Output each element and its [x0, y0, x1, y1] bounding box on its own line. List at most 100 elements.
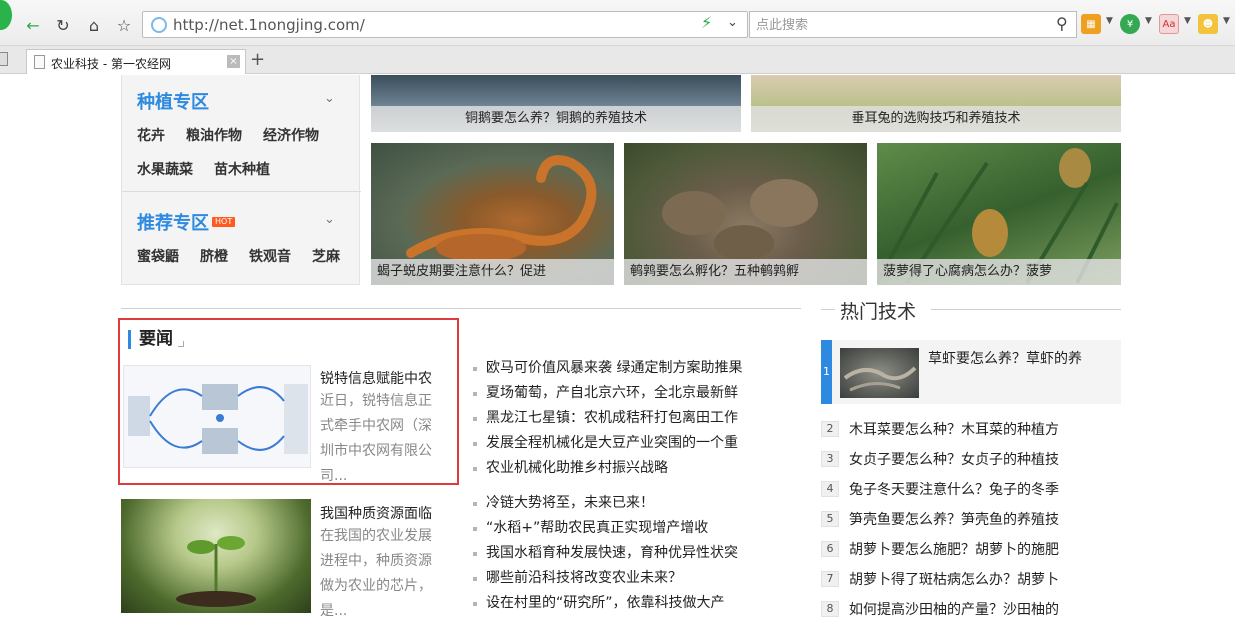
- feature-title[interactable]: 锐特信息赋能中农: [320, 368, 432, 388]
- thumb-quail[interactable]: 鹌鹑要怎么孵化？五种鹌鹑孵: [624, 143, 867, 285]
- hot-item-featured[interactable]: 1 草虾要怎么养？草虾的养: [821, 340, 1121, 404]
- hot-item[interactable]: 8 如何提高沙田柚的产量？沙田柚的: [821, 595, 1066, 625]
- supply-chain-diagram: [128, 384, 308, 454]
- sidebar-toggle-icon[interactable]: [0, 52, 8, 66]
- sidebar-link[interactable]: 水果蔬菜: [137, 159, 193, 179]
- shrimp-thumb[interactable]: [840, 348, 919, 398]
- thumb-caption[interactable]: 铜鹅要怎么养？铜鹅的养殖技术: [371, 106, 741, 132]
- news-item[interactable]: 农业机械化助推乡村振兴战略: [471, 456, 742, 481]
- yen-coin-icon[interactable]: ¥: [1120, 14, 1140, 34]
- news-item[interactable]: 发展全程机械化是大豆产业突围的一个重: [471, 431, 742, 456]
- tab-active[interactable]: 农业科技 - 第一农经网 ×: [26, 49, 246, 74]
- web-page: 种植专区 ⌄ 花卉 粮油作物 经济作物 水果蔬菜 苗木种植 推荐专区 HOT ⌄…: [0, 75, 1235, 626]
- hot-item[interactable]: 6 胡萝卜要怎么施肥？胡萝卜的施肥: [821, 535, 1066, 565]
- news-list: 欧马可价值风暴来袭 绿通定制方案助推果 夏场葡萄，产自北京六环，全北京最新鲜 黑…: [471, 356, 742, 481]
- home-icon[interactable]: ⌂: [81, 12, 107, 38]
- sidebar-link[interactable]: 脐橙: [200, 246, 228, 266]
- address-bar[interactable]: http://net.1nongjing.com/ ⚡ ⌄: [142, 11, 748, 38]
- news-heading: 要闻: [128, 330, 173, 349]
- chevron-down-icon[interactable]: ▼: [1184, 16, 1191, 26]
- sidebar-link[interactable]: 经济作物: [263, 125, 319, 145]
- rank-badge: 8: [821, 601, 839, 617]
- shrimp-image: [843, 366, 917, 392]
- news-item[interactable]: 欧马可价值风暴来袭 绿通定制方案助推果: [471, 356, 742, 381]
- reload-icon[interactable]: ↻: [50, 12, 76, 38]
- chevron-down-icon[interactable]: ▼: [1145, 16, 1152, 26]
- hot-item[interactable]: 5 笋壳鱼要怎么养？笋壳鱼的养殖技: [821, 505, 1066, 535]
- thumb-pineapple[interactable]: 菠萝得了心腐病怎么办？菠萝: [877, 143, 1121, 285]
- apps-grid-icon[interactable]: ▦: [1081, 14, 1101, 34]
- hot-item-title[interactable]: 草虾要怎么养？草虾的养: [928, 348, 1118, 368]
- hot-item[interactable]: 4 兔子冬天要注意什么？兔子的冬季: [821, 475, 1066, 505]
- hot-item[interactable]: 3 女贞子要怎么种？女贞子的种植技: [821, 445, 1066, 475]
- sidebar-link[interactable]: 芝麻: [312, 246, 340, 266]
- rank-badge: 5: [821, 511, 839, 527]
- chevron-down-icon[interactable]: ▼: [1223, 16, 1230, 26]
- divider: [821, 309, 835, 310]
- divider: [122, 191, 361, 192]
- hot-item-title[interactable]: 女贞子要怎么种？女贞子的种植技: [849, 452, 1059, 468]
- news-item[interactable]: 黑龙江七星镇：农机成秸秆打包离田工作: [471, 406, 742, 431]
- bookmark-star-icon[interactable]: ☆: [111, 12, 137, 38]
- chevron-down-icon[interactable]: ▼: [1106, 16, 1113, 26]
- news-item[interactable]: 哪些前沿科技将改变农业未来？: [471, 566, 738, 591]
- section-divider: [121, 308, 801, 309]
- lightning-icon[interactable]: ⚡: [701, 13, 712, 32]
- sidebar-link[interactable]: 蜜袋鼯: [137, 246, 179, 266]
- tab-title: 农业科技 - 第一农经网: [51, 57, 171, 71]
- browser-logo-icon: [0, 0, 12, 30]
- rank-badge: 7: [821, 571, 839, 587]
- hot-item-title[interactable]: 胡萝卜得了斑枯病怎么办？胡萝卜: [849, 572, 1059, 588]
- feature-image-seedling[interactable]: [121, 499, 311, 613]
- search-icon[interactable]: ⚲: [1056, 14, 1068, 33]
- rank-badge: 2: [821, 421, 839, 437]
- close-icon[interactable]: ×: [227, 55, 240, 68]
- hot-item-title[interactable]: 胡萝卜要怎么施肥？胡萝卜的施肥: [849, 542, 1059, 558]
- address-url[interactable]: http://net.1nongjing.com/: [173, 16, 365, 34]
- thumb-caption[interactable]: 菠萝得了心腐病怎么办？菠萝: [877, 259, 1121, 285]
- news-item[interactable]: “水稻+”帮助农民真正实现增产增收: [471, 516, 738, 541]
- chevron-down-icon[interactable]: ⌄: [727, 15, 738, 30]
- sidebar-link[interactable]: 花卉: [137, 125, 165, 145]
- sidebar-link[interactable]: 苗木种植: [214, 159, 270, 179]
- sidebar-link[interactable]: 铁观音: [249, 246, 291, 266]
- hot-item[interactable]: 7 胡萝卜得了斑枯病怎么办？胡萝卜: [821, 565, 1066, 595]
- font-ext-icon[interactable]: Aa: [1159, 14, 1179, 34]
- thumb-rabbit[interactable]: 垂耳兔的选购技巧和养殖技术: [751, 75, 1121, 132]
- browser-search-box[interactable]: ⚲: [749, 11, 1077, 38]
- feature-image-supply-chain[interactable]: [123, 365, 311, 468]
- search-input[interactable]: [756, 15, 1046, 35]
- hot-item-title[interactable]: 笋壳鱼要怎么养？笋壳鱼的养殖技: [849, 512, 1059, 528]
- thumb-caption[interactable]: 鹌鹑要怎么孵化？五种鹌鹑孵: [624, 259, 867, 285]
- thumb-goose[interactable]: 铜鹅要怎么养？铜鹅的养殖技术: [371, 75, 741, 132]
- feature-desc: 在我国的农业发展进程中，种质资源做为农业的芯片，是...: [320, 528, 432, 619]
- feature-desc: 近日，锐特信息正式牵手中农网（深圳市中农网有限公司...: [320, 393, 432, 484]
- section-title-planting[interactable]: 种植专区: [137, 88, 209, 114]
- section-title-recommend[interactable]: 推荐专区: [137, 209, 209, 235]
- new-tab-plus-icon[interactable]: +: [250, 49, 265, 70]
- news-item[interactable]: 我国水稻育种发展快速，育种优异性状突: [471, 541, 738, 566]
- back-arrow-icon[interactable]: ←: [20, 12, 46, 38]
- news-item[interactable]: 夏场葡萄，产自北京六环，全北京最新鲜: [471, 381, 742, 406]
- thumb-caption[interactable]: 蝎子蜕皮期要注意什么？促进: [371, 259, 614, 285]
- sidebar-link[interactable]: 粮油作物: [186, 125, 242, 145]
- thumb-scorpion[interactable]: 蝎子蜕皮期要注意什么？促进: [371, 143, 614, 285]
- game-ext-icon[interactable]: ☻: [1198, 14, 1218, 34]
- browser-toolbar: ← ↻ ⌂ ☆ http://net.1nongjing.com/ ⚡ ⌄ ⚲ …: [0, 0, 1235, 46]
- thumb-caption[interactable]: 垂耳兔的选购技巧和养殖技术: [751, 106, 1121, 132]
- hot-item-title[interactable]: 如何提高沙田柚的产量？沙田柚的: [849, 602, 1059, 618]
- rank-badge: 4: [821, 481, 839, 497]
- feature-title[interactable]: 我国种质资源面临: [320, 503, 432, 523]
- chevron-down-icon[interactable]: ⌄: [324, 91, 335, 106]
- hot-heading: 热门技术: [840, 301, 917, 323]
- seedling-image: [176, 536, 256, 607]
- hot-item-title[interactable]: 木耳菜要怎么种？木耳菜的种植方: [849, 422, 1059, 438]
- hot-item[interactable]: 2 木耳菜要怎么种？木耳菜的种植方: [821, 415, 1066, 445]
- chevron-down-icon[interactable]: ⌄: [324, 212, 335, 227]
- news-item[interactable]: 冷链大势将至，未来已来！: [471, 491, 738, 516]
- rank-badge: 6: [821, 541, 839, 557]
- rank-badge: 3: [821, 451, 839, 467]
- hot-item-title[interactable]: 兔子冬天要注意什么？兔子的冬季: [849, 482, 1059, 498]
- news-item[interactable]: 设在村里的“研究所”，依靠科技做大产: [471, 591, 738, 616]
- globe-icon: [151, 17, 167, 33]
